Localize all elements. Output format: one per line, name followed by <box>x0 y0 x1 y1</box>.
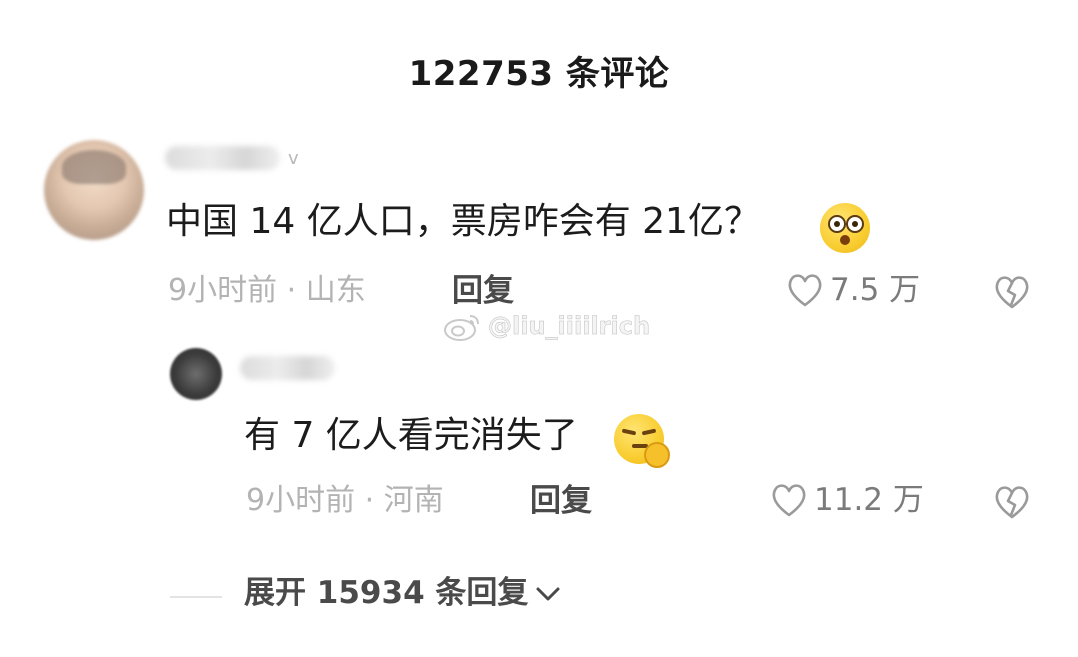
reply-time-location: 9小时前 · 河南 <box>246 483 444 518</box>
watermark-text: @liu_iiiilrich <box>488 312 651 341</box>
comment-text: 中国 14 亿人口，票房咋会有 21亿？ <box>166 201 760 242</box>
smirking-hand-emoji <box>614 414 670 468</box>
expand-divider <box>170 596 222 598</box>
reply-like-count: 11.2 万 <box>814 481 924 518</box>
broken-heart-icon[interactable] <box>992 274 1032 310</box>
username-suffix: v <box>288 148 299 169</box>
weibo-logo-icon <box>444 315 479 341</box>
broken-heart-icon[interactable] <box>992 484 1032 520</box>
expand-replies-label: 展开 15934 条回复 <box>244 575 529 611</box>
shocked-face-emoji <box>820 203 870 253</box>
reply-button[interactable]: 回复 <box>452 276 514 307</box>
heart-outline-icon <box>772 484 806 517</box>
heart-outline-icon <box>788 274 822 307</box>
comments-count-title: 122753 条评论 <box>408 54 670 94</box>
expand-replies-button[interactable]: 展开 15934 条回复 <box>244 578 562 609</box>
reply-avatar[interactable] <box>170 348 222 400</box>
reply-username-blurred[interactable] <box>240 356 335 380</box>
reply-reply-button[interactable]: 回复 <box>530 486 592 517</box>
avatar[interactable] <box>44 140 144 240</box>
reply-like-button[interactable]: 11.2 万 <box>770 482 924 518</box>
like-button[interactable]: 7.5 万 <box>786 272 920 308</box>
reply-text: 有 7 亿人看完消失了 <box>244 415 578 456</box>
like-count: 7.5 万 <box>830 271 921 308</box>
watermark: @liu_iiiilrich <box>442 310 650 342</box>
username-blurred[interactable] <box>165 146 280 170</box>
comment-time-location: 9小时前 · 山东 <box>168 273 366 308</box>
chevron-down-icon <box>536 587 560 600</box>
